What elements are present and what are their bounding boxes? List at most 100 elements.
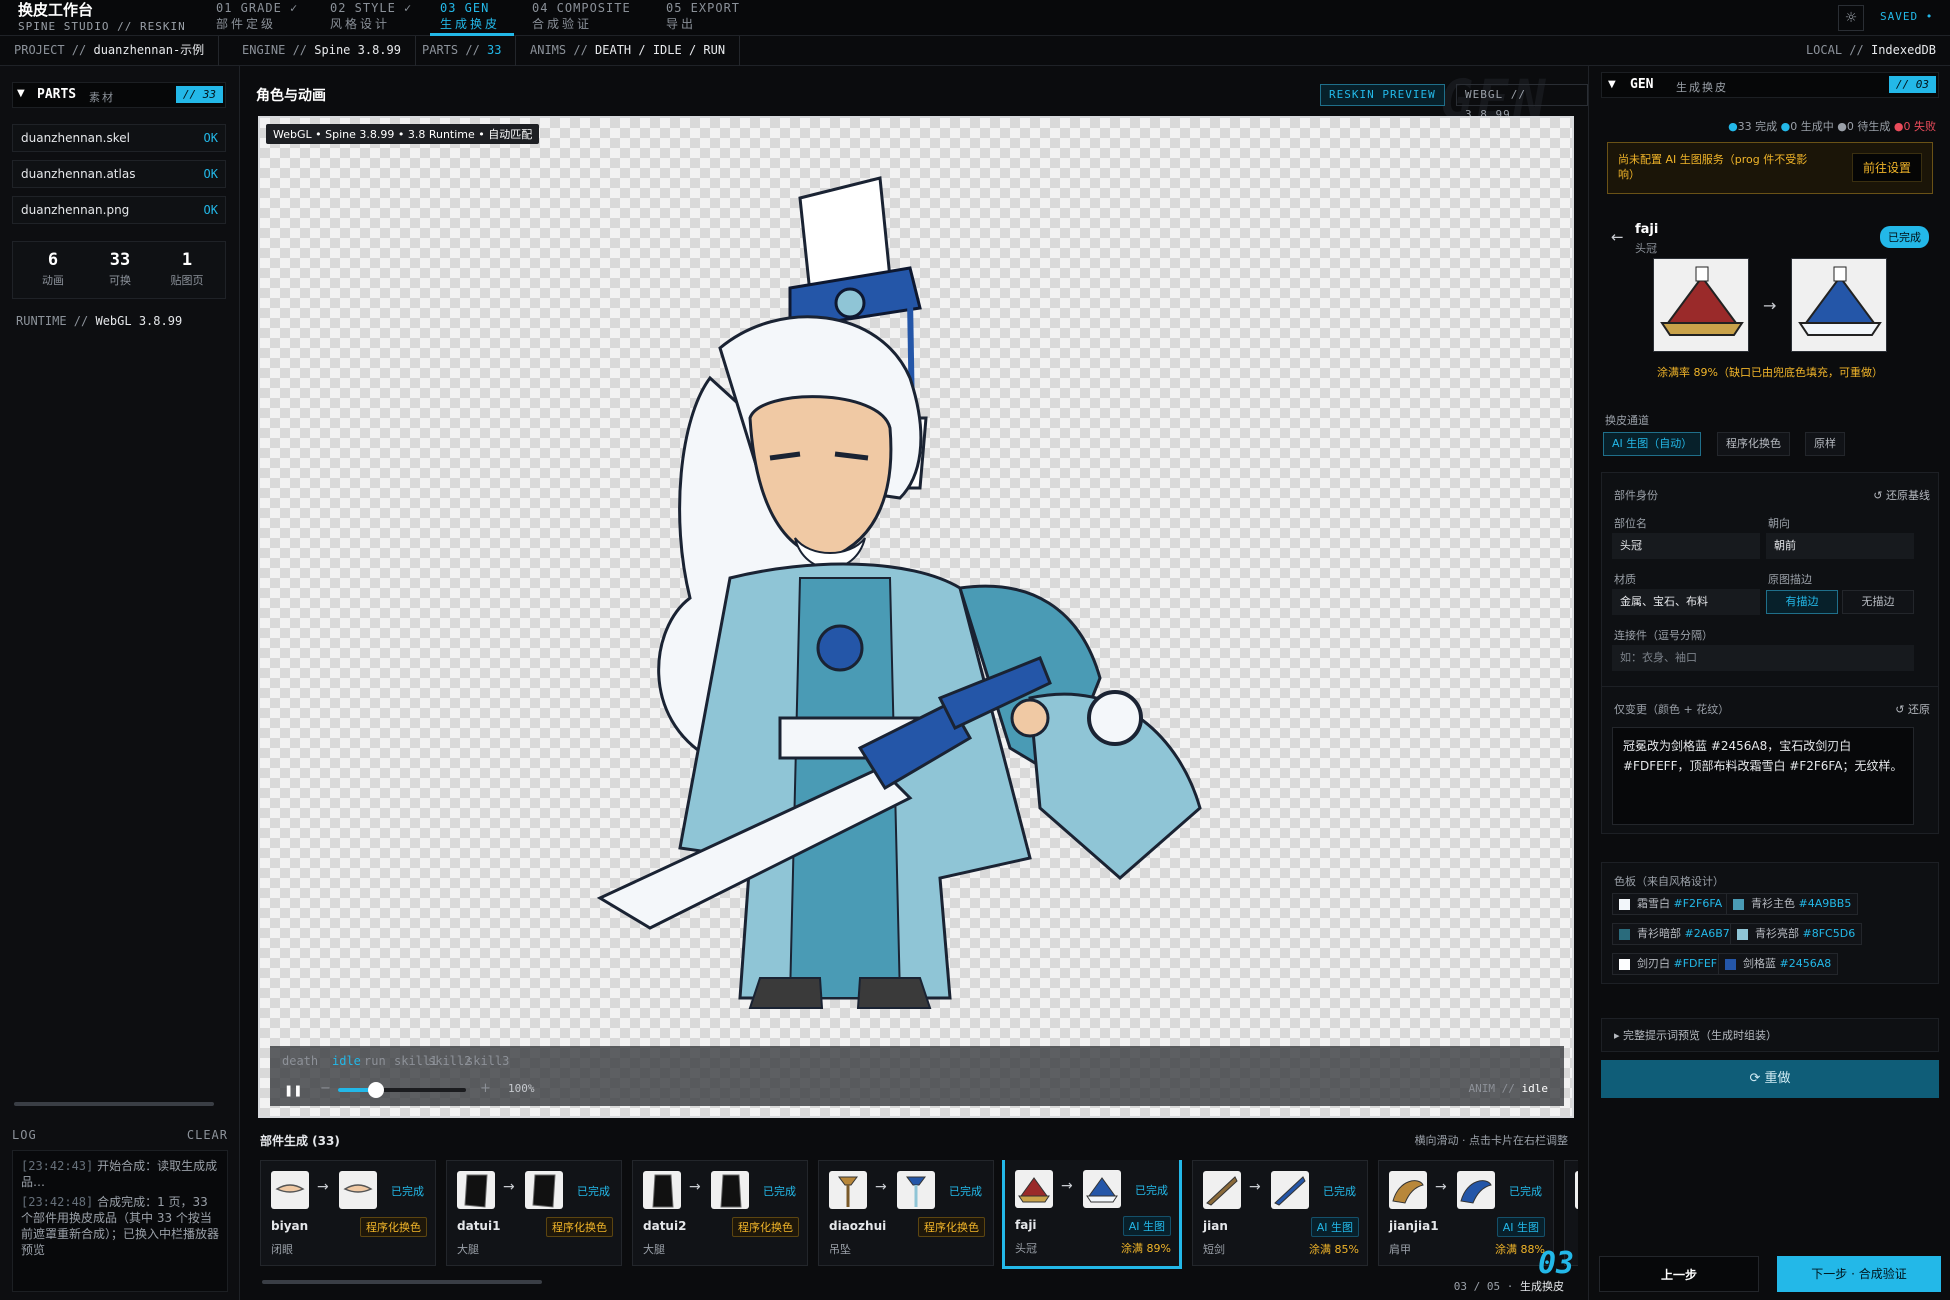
change-card: 仅变更（颜色 + 花纹） ↺ 还原 冠冕改为剑格蓝 #2456A8，宝石改剑刃白… [1601, 686, 1939, 834]
panel-scrollbar[interactable] [14, 1102, 214, 1106]
anim-tab-skill3[interactable]: skill3 [466, 1054, 509, 1068]
slider-handle[interactable] [368, 1082, 385, 1098]
direction-field[interactable]: 朝前 [1766, 533, 1914, 559]
app-title: 换皮工作台 [18, 1, 94, 19]
file-name: duanzhennan.atlas [21, 167, 136, 181]
part-name-cn: 短剑 [1203, 1243, 1225, 1256]
arrow-icon: → [317, 1179, 329, 1195]
part-card-datui2[interactable]: → 已完成 datui2 大腿 程序化换色 [632, 1160, 808, 1266]
channel-ai[interactable]: AI 生图（自动） [1603, 432, 1702, 456]
spine-preview-canvas[interactable]: WebGL • Spine 3.8.99 • 3.8 Runtime • 自动匹… [258, 116, 1574, 1118]
theme-toggle-icon[interactable]: ☼ [1838, 5, 1864, 31]
step-export-code: 05 EXPORT [666, 1, 741, 15]
anim-tab-death[interactable]: death [282, 1054, 318, 1068]
current-anim-label: ANIM // idle [1468, 1082, 1548, 1095]
runtime-info: RUNTIME // WebGL 3.8.99 [16, 314, 183, 328]
anim-tab-skill2[interactable]: skill2 [428, 1054, 471, 1068]
step-export-label: 导出 [666, 17, 697, 31]
swatch-hilt-blue[interactable]: 剑格蓝 #2456A8 [1718, 953, 1839, 975]
previous-step-button[interactable]: 上一步 [1599, 1256, 1759, 1292]
anims-info: ANIMS // DEATH / IDLE / RUN [516, 36, 741, 66]
parts-strip-title: 部件生成 (33) [260, 1134, 340, 1148]
arrow-icon: → [1763, 296, 1777, 315]
speed-plus-button[interactable]: + [480, 1081, 491, 1096]
file-item[interactable]: duanzhennan.skel OK [12, 124, 226, 152]
swatch-robe-main[interactable]: 青衫主色 #4A9BB5 [1726, 893, 1859, 915]
swatch-frost-white[interactable]: 霜雪白 #F2F6FA [1612, 893, 1730, 915]
gen-panel-header[interactable]: ▼ GEN 生成换皮 // 03 [1601, 72, 1939, 98]
part-name: diaozhui [829, 1219, 887, 1233]
swatch-blade-white[interactable]: 剑刃白 #FDFEFF [1612, 953, 1731, 975]
stat-texture-pages: 1 贴图页 [170, 250, 204, 287]
part-card-diaozhui[interactable]: → 已完成 diaozhui 吊坠 程序化换色 [818, 1160, 994, 1266]
zoom-level: 100% [508, 1082, 535, 1095]
stat-animations: 6 动画 [42, 250, 64, 287]
part-card-datui1[interactable]: → 已完成 datui1 大腿 程序化换色 [446, 1160, 622, 1266]
collapse-icon[interactable]: ▼ [1608, 79, 1616, 90]
channel-original[interactable]: 原样 [1805, 432, 1845, 456]
file-item[interactable]: duanzhennan.atlas OK [12, 160, 226, 188]
arrow-icon: → [503, 1179, 515, 1195]
collapse-icon[interactable]: ▼ [17, 88, 25, 99]
storage-name: IndexedDB [1870, 43, 1936, 57]
next-step-button[interactable]: 下一步 · 合成验证 [1777, 1256, 1941, 1292]
reset-baseline-button[interactable]: ↺ 还原基线 [1873, 487, 1930, 503]
change-reset-button[interactable]: ↺ 还原 [1895, 701, 1930, 717]
parts-badge: // 33 [175, 86, 223, 103]
channel-procedural[interactable]: 程序化换色 [1717, 432, 1790, 456]
step-composite[interactable]: 04 COMPOSITE 合成验证 [532, 0, 642, 36]
pause-icon[interactable]: ❚❚ [284, 1084, 302, 1097]
back-arrow-icon[interactable]: ← [1611, 228, 1624, 246]
step-grade[interactable]: 01 GRADE ✓ 部件定级 [216, 0, 302, 36]
anim-tab-idle[interactable]: idle [332, 1054, 361, 1068]
redo-button[interactable]: ⟳ 重做 [1601, 1060, 1939, 1098]
engine-version: Spine 3.8.99 [314, 43, 401, 57]
done-label: 已完成 [577, 1185, 610, 1198]
speed-minus-button[interactable]: − [320, 1081, 331, 1096]
engine-info: ENGINE // Spine 3.8.99 [228, 36, 416, 66]
part-card-biyan[interactable]: → 已完成 biyan 闭眼 程序化换色 [260, 1160, 436, 1266]
original-thumb [1203, 1171, 1241, 1209]
step-grade-label: 部件定级 [216, 17, 277, 31]
material-field[interactable]: 金属、宝石、布料 [1612, 589, 1760, 615]
part-name: jian [1203, 1219, 1228, 1233]
part-card-faji[interactable]: → 已完成 faji 头冠 AI 生图 涂满 89% [1002, 1160, 1182, 1269]
renderer-tag: WebGL • Spine 3.8.99 • 3.8 Runtime • 自动匹… [266, 124, 540, 144]
reskinned-preview[interactable] [1791, 258, 1887, 352]
part-name-cn: 吊坠 [829, 1243, 851, 1256]
file-status: OK [203, 131, 218, 145]
part-name: biyan [271, 1219, 309, 1233]
connector-input[interactable]: 如：衣身、袖口 [1612, 645, 1914, 671]
channel-tag: 程序化换色 [732, 1217, 799, 1237]
speed-slider[interactable] [338, 1082, 466, 1098]
change-textarea[interactable]: 冠冕改为剑格蓝 #2456A8，宝石改剑刃白 #FDFEFF，顶部布料改霜雪白 … [1612, 727, 1914, 825]
anim-tab-run[interactable]: run [364, 1054, 386, 1068]
parts-panel-header[interactable]: ▼ PARTS 素材 // 33 [12, 82, 226, 108]
reskin-preview-button[interactable]: RESKIN PREVIEW [1320, 84, 1445, 106]
log-clear-button[interactable]: CLEAR [187, 1128, 228, 1142]
part-name-cn: 闭眼 [271, 1243, 293, 1256]
character-sprite [596, 176, 1202, 1009]
reskinned-thumb [711, 1171, 749, 1209]
prompt-preview-expander[interactable]: ▸ 完整提示词预览（生成时组装） [1601, 1018, 1939, 1052]
reskinned-thumb [339, 1171, 377, 1209]
step-style[interactable]: 02 STYLE ✓ 风格设计 [330, 0, 416, 36]
original-preview[interactable] [1653, 258, 1749, 352]
position-field[interactable]: 头冠 [1612, 533, 1760, 559]
original-thumb [643, 1171, 681, 1209]
channel-tag: 程序化换色 [360, 1217, 427, 1237]
file-item[interactable]: duanzhennan.png OK [12, 196, 226, 224]
stroke-on-toggle[interactable]: 有描边 [1766, 590, 1838, 614]
part-card-jianjia1[interactable]: → 已完成 jianjia1 肩甲 AI 生图 涂满 88% [1378, 1160, 1554, 1266]
step-gen[interactable]: 03 GEN 生成换皮 [430, 0, 514, 36]
stroke-off-toggle[interactable]: 无描边 [1842, 590, 1914, 614]
swatch-robe-dark[interactable]: 青衫暗部 #2A6B7C [1612, 923, 1745, 945]
parts-strip[interactable]: → 已完成 biyan 闭眼 程序化换色 → 已完成 datui1 大腿 程序化… [260, 1160, 1578, 1270]
strip-scrollbar[interactable] [262, 1280, 542, 1284]
step-export[interactable]: 05 EXPORT 导出 [666, 0, 756, 36]
arrow-icon: → [689, 1179, 701, 1195]
go-settings-button[interactable]: 前往设置 [1851, 153, 1922, 182]
part-card-jian[interactable]: → 已完成 jian 短剑 AI 生图 涂满 85% [1192, 1160, 1368, 1266]
part-name-cn: 肩甲 [1389, 1243, 1411, 1256]
swatch-robe-light[interactable]: 青衫亮部 #8FC5D6 [1730, 923, 1863, 945]
